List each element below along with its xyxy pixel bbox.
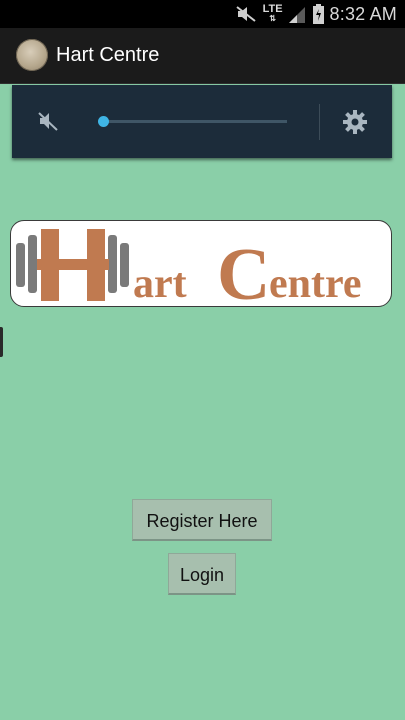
lte-indicator: LTE ⇅: [262, 3, 283, 24]
settings-gear-icon[interactable]: [342, 109, 368, 135]
battery-charging-icon: [312, 4, 324, 24]
app-icon[interactable]: [16, 39, 48, 71]
status-icons: LTE ⇅ 8:32 AM: [235, 0, 397, 28]
signal-icon: [288, 7, 305, 23]
dumbbell-plate-right: [120, 243, 129, 287]
login-button[interactable]: Login: [168, 553, 236, 595]
dumbbell-plate-left: [16, 243, 25, 287]
status-bar: LTE ⇅ 8:32 AM: [0, 0, 405, 28]
dumbbell-plate-right-inner: [108, 235, 117, 293]
dumbbell-plate-left-inner: [28, 235, 37, 293]
logo-h-bar: [37, 259, 109, 270]
mute-status-icon: [235, 6, 256, 22]
action-bar: Hart Centre: [0, 28, 405, 84]
logo-text-c: C: [217, 234, 270, 306]
side-edge-marker: [0, 327, 3, 357]
logo-graphic: art C entre: [16, 229, 362, 316]
logo-text-art: art: [133, 261, 187, 306]
hart-centre-logo: art C entre: [10, 220, 392, 316]
register-button[interactable]: Register Here: [132, 499, 272, 541]
status-time: 8:32 AM: [329, 3, 397, 24]
logo-text-entre: entre: [269, 261, 362, 306]
volume-slider-thumb[interactable]: [98, 116, 109, 127]
volume-panel: [12, 85, 392, 158]
mute-icon[interactable]: [37, 110, 59, 132]
panel-divider: [319, 104, 320, 140]
app-title: Hart Centre: [56, 44, 160, 66]
volume-slider-track[interactable]: [104, 120, 287, 123]
